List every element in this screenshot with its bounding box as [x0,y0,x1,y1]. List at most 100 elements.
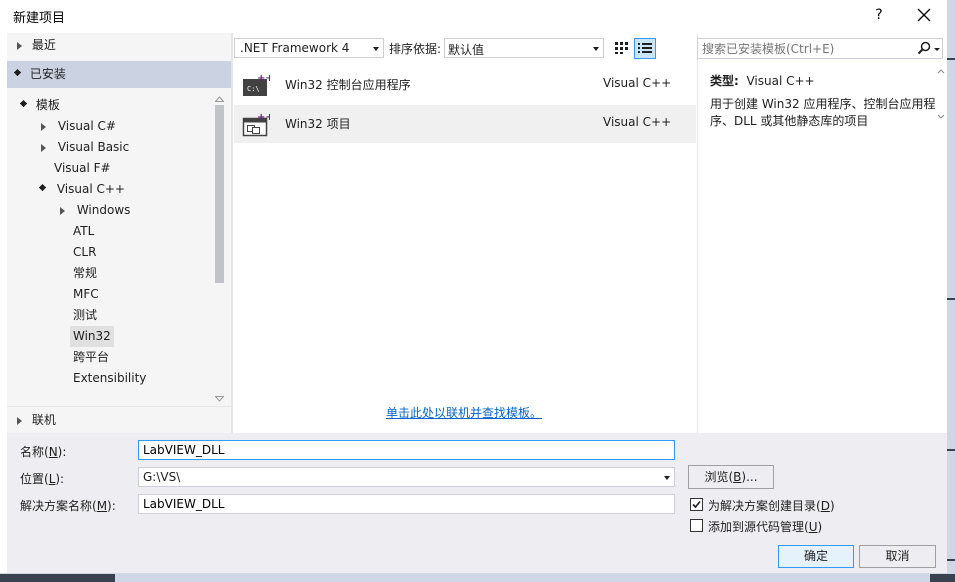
sort-select[interactable]: 默认值 [444,38,604,58]
tree-scrollbar-thumb[interactable] [215,105,224,283]
template-item-win32-project[interactable]: ++ Win32 项目 Visual C++ [234,105,696,143]
source-control-checkbox[interactable] [690,519,703,532]
location-label: 位置(L): [20,472,65,486]
solution-name-field[interactable] [138,494,675,514]
window-title: 新建项目 [13,11,66,26]
project-name-field[interactable] [138,440,675,460]
sort-value: 默认值 [448,43,485,57]
scroll-down-icon[interactable] [214,391,225,403]
collapse-arrow-icon [13,68,22,77]
tree-item-label: MFC [73,287,99,301]
location-value: G:\VS\ [143,470,181,484]
source-control-label: 添加到源代码管理(U) [708,520,823,534]
search-input[interactable] [702,41,912,56]
chevron-down-icon[interactable] [934,48,940,51]
win32-project-icon: ++ [242,112,270,137]
template-language: Visual C++ [603,115,672,129]
tree-section-label: 联机 [31,413,56,427]
type-value: Visual C++ [746,74,815,88]
tree-item-label: 常规 [73,266,98,280]
tree-item-label: Extensibility [73,371,147,385]
scroll-up-icon[interactable] [214,91,225,103]
list-view-icon [638,43,652,53]
tree-item-label: Visual Basic [57,140,130,154]
framework-select[interactable]: .NET Framework 4 [234,38,384,58]
tree-item-general[interactable]: 常规 [73,263,97,284]
tree-item-visual-fsharp[interactable]: Visual F# [54,158,111,179]
expand-arrow-icon [41,122,46,131]
tree-item-label: 模板 [35,98,60,112]
chevron-down-icon [664,476,670,480]
search-icon[interactable] [917,41,931,55]
tree-item-label: ATL [73,224,95,238]
background-window-edge-bottom [0,573,955,582]
title-bar [0,0,947,31]
tree-item-visual-basic[interactable]: Visual Basic [41,137,129,158]
chevron-down-icon [373,47,379,51]
collapse-arrow-icon [38,183,47,192]
checkmark-icon [692,500,701,509]
tree-section-online[interactable]: 联机 [7,406,231,433]
find-templates-online-link[interactable]: 单击此处以联机并查找模板。 [386,404,542,421]
tree-item-clr[interactable]: CLR [73,242,96,263]
console-app-icon: C:\ ++ [243,73,270,96]
tree-section-installed[interactable]: 已安装 [7,61,231,88]
create-directory-checkbox[interactable] [690,498,703,511]
tree-item-windows[interactable]: Windows [60,200,130,221]
chevron-down-icon [593,47,599,51]
expand-arrow-icon [60,206,65,215]
sort-label: 排序依据: [389,42,442,56]
expand-arrow-icon [17,416,22,425]
tree-item-win32[interactable]: Win32 [70,326,114,347]
tree-item-partial: ··· [73,391,84,397]
tree-item-label: 跨平台 [73,350,110,364]
tree-section-label: 最近 [31,38,56,52]
background-window-edge [947,0,955,582]
small-icons-view-button[interactable] [612,38,632,58]
tree-item-extensibility[interactable]: Extensibility [73,368,146,389]
cancel-button[interactable]: 取消 [859,545,936,568]
tree-item-label: Visual C++ [56,182,125,196]
browse-button[interactable]: 浏览(B)... [688,465,774,489]
tree-item-atl[interactable]: ATL [73,221,94,242]
svg-text:++: ++ [257,73,270,84]
tree-item-mfc[interactable]: MFC [73,284,99,305]
close-icon [917,8,931,22]
tree-item-test[interactable]: 测试 [73,305,97,326]
tree-item-label: Win32 [73,329,111,343]
collapse-arrow-icon [19,99,28,108]
tree-item-visual-csharp[interactable]: Visual C# [41,116,116,137]
grid-view-icon [615,42,628,54]
panel-divider [231,33,233,433]
details-scroll-indicator [935,66,947,122]
ok-button[interactable]: 确定 [778,545,854,568]
template-language: Visual C++ [603,76,672,90]
type-label: 类型: [710,74,739,88]
tree-item-label: Visual F# [54,161,111,175]
location-select[interactable]: G:\VS\ [138,467,675,487]
tree-item-label: 测试 [73,308,98,322]
tree-section-recent[interactable]: 最近 [17,35,56,56]
svg-text:C:\: C:\ [247,85,260,93]
tree-item-templates[interactable]: 模板 [19,95,60,116]
tree-item-cross-platform[interactable]: 跨平台 [73,347,109,368]
tree-item-label: CLR [73,245,97,259]
expand-arrow-icon [41,143,46,152]
tree-item-label: Windows [76,203,131,217]
framework-value: .NET Framework 4 [240,41,350,55]
template-details-panel [697,33,947,433]
template-tree-panel: 最近 已安装 模板 Visual C# Visual Basic Visual … [7,33,231,433]
help-button[interactable]: ? [864,3,894,27]
name-label: 名称(N): [20,445,67,459]
close-button[interactable] [906,3,942,27]
template-name: Win32 控制台应用程序 [285,78,411,92]
template-item-console-app[interactable]: C:\ ++ Win32 控制台应用程序 Visual C++ [234,66,696,104]
create-directory-label: 为解决方案创建目录(D) [708,499,835,513]
tree-item-label: Visual C# [57,119,116,133]
list-view-button[interactable] [634,38,656,59]
svg-text:++: ++ [257,112,270,123]
template-name: Win32 项目 [285,117,351,131]
search-box[interactable] [697,38,943,59]
template-type-line: 类型: Visual C++ [710,72,815,89]
tree-item-visual-cpp[interactable]: Visual C++ [38,179,125,200]
